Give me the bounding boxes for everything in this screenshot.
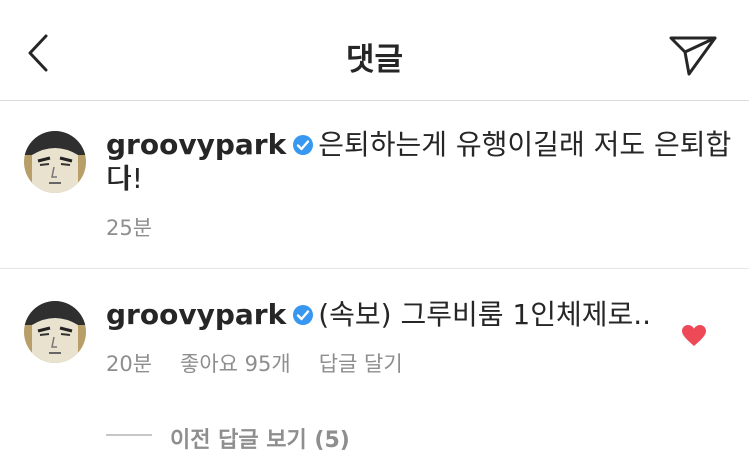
verified-badge-icon <box>292 130 314 155</box>
comment-time: 25분 <box>106 216 153 240</box>
comment-meta: 25분 <box>106 212 180 242</box>
comment-text-continued: 다! <box>106 162 143 195</box>
comment-time: 20분 <box>106 352 153 376</box>
reply-button[interactable]: 답글 달기 <box>319 352 403 376</box>
likes-count-link[interactable]: 좋아요 95개 <box>180 352 291 376</box>
comment-meta: 20분 좋아요 95개 답글 달기 <box>106 348 431 378</box>
avatar[interactable] <box>24 301 86 363</box>
view-previous-replies-label: 이전 답글 보기 (5) <box>170 428 350 453</box>
comment-text: groovypark 은퇴하는게 유행이길래 저도 은퇴합니 <box>106 128 749 196</box>
comment-username[interactable]: groovypark <box>106 298 286 331</box>
reply-thread-line <box>106 434 152 436</box>
avatar[interactable] <box>24 131 86 193</box>
header-bar: 댓글 <box>0 0 749 101</box>
page-title: 댓글 <box>345 42 404 78</box>
paper-plane-icon[interactable] <box>668 30 718 78</box>
verified-badge-icon <box>292 300 314 325</box>
heart-icon[interactable] <box>681 324 707 348</box>
divider <box>0 268 749 269</box>
comment-username[interactable]: groovypark <box>106 128 286 161</box>
comment-body: (속보) 그루비룸 1인체제로.. <box>318 298 652 331</box>
comment-text: groovypark (속보) 그루비룸 1인체제로.. <box>106 298 651 332</box>
